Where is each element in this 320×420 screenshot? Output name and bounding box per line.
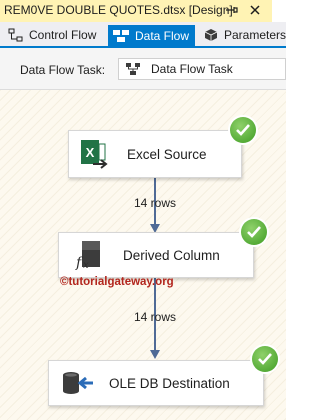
derived-column-label: Derived Column bbox=[123, 247, 220, 263]
success-check-icon bbox=[230, 117, 256, 143]
excel-source-icon: X bbox=[81, 140, 108, 169]
data-flow-task-label: Data Flow Task: bbox=[20, 63, 106, 77]
watermark: ©tutorialgateway.org bbox=[60, 276, 174, 288]
svg-text:x: x bbox=[83, 260, 89, 271]
pin-icon[interactable] bbox=[225, 3, 239, 17]
parameters-icon bbox=[204, 29, 218, 41]
data-flow-icon bbox=[113, 29, 129, 42]
success-check-icon bbox=[252, 346, 278, 372]
ole-db-destination-label: OLE DB Destination bbox=[109, 375, 230, 391]
control-flow-icon bbox=[8, 28, 23, 42]
derived-column-icon: f x bbox=[75, 241, 100, 271]
path-rows-label-2: 14 rows bbox=[134, 310, 177, 324]
path-rows-label-1: 14 rows bbox=[134, 196, 177, 210]
tab-parameters-label: Parameters bbox=[224, 28, 287, 42]
close-icon[interactable] bbox=[248, 3, 262, 17]
derived-column-component[interactable]: f x Derived Column bbox=[58, 232, 254, 278]
excel-source-component[interactable]: X Excel Source bbox=[68, 130, 242, 178]
tab-control-flow[interactable]: Control Flow bbox=[8, 25, 96, 45]
data-flow-canvas[interactable]: 14 rows 14 rows X Excel Source f x Deriv… bbox=[0, 90, 286, 420]
success-check-icon bbox=[241, 219, 267, 245]
tab-control-flow-label: Control Flow bbox=[29, 28, 97, 42]
document-tab-title: REM0VE DOUBLE QUOTES.dtsx [Design] bbox=[4, 3, 233, 17]
data-flow-task-bar: Data Flow Task: Data Flow Task bbox=[0, 48, 286, 90]
tab-strip-edge bbox=[272, 0, 286, 22]
ole-db-destination-icon bbox=[63, 372, 93, 394]
data-flow-task-dropdown[interactable]: Data Flow Task bbox=[118, 58, 286, 80]
excel-source-label: Excel Source bbox=[127, 146, 207, 162]
data-flow-task-value: Data Flow Task bbox=[151, 62, 233, 76]
ole-db-destination-component[interactable]: OLE DB Destination bbox=[48, 360, 264, 406]
tab-data-flow-label: Data Flow bbox=[135, 28, 190, 43]
svg-text:X: X bbox=[86, 145, 95, 160]
data-flow-task-icon bbox=[126, 63, 140, 75]
document-tab-strip: REM0VE DOUBLE QUOTES.dtsx [Design] bbox=[0, 0, 286, 22]
tab-data-flow[interactable]: Data Flow bbox=[108, 25, 196, 46]
designer-tabs: Control Flow Data Flow Parameters bbox=[0, 22, 286, 48]
tab-parameters[interactable]: Parameters bbox=[203, 25, 286, 45]
